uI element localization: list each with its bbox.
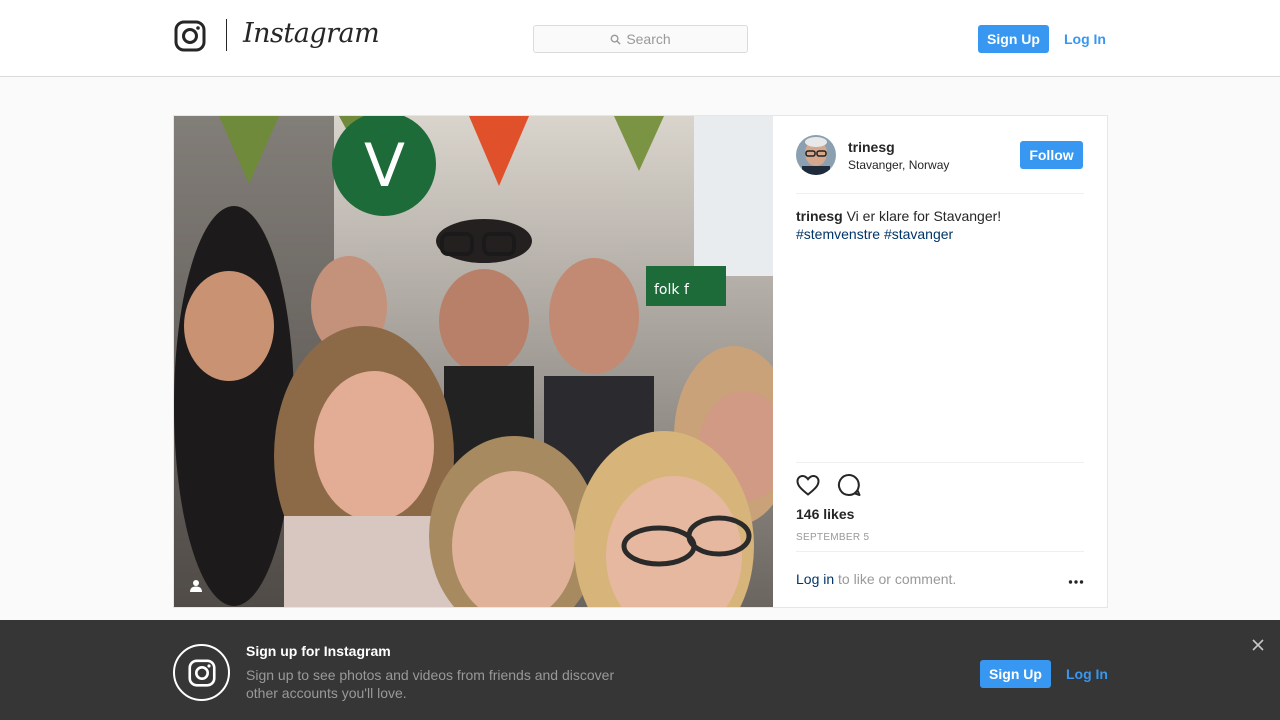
- log-in-link[interactable]: Log In: [1064, 31, 1106, 47]
- banner-sign-up-button[interactable]: Sign Up: [980, 660, 1051, 688]
- banner-text: Sign up to see photos and videos from fr…: [246, 667, 615, 701]
- instagram-glyph-icon: [173, 644, 230, 701]
- follow-button[interactable]: Follow: [1020, 141, 1083, 169]
- search-placeholder: Search: [626, 31, 671, 47]
- divider: [796, 551, 1084, 552]
- comment-icon[interactable]: [836, 472, 862, 498]
- divider: [796, 462, 1084, 463]
- post-caption: trinesg Vi er klare for Stavanger! #stem…: [796, 207, 1086, 243]
- post-date: SEPTEMBER 5: [796, 532, 870, 543]
- post-username[interactable]: trinesg: [848, 139, 895, 155]
- caption-username[interactable]: trinesg: [796, 208, 843, 224]
- search-icon: [610, 34, 621, 45]
- banner-title: Sign up for Instagram: [246, 643, 391, 659]
- svg-text:folk f: folk f: [654, 282, 690, 298]
- logo-divider: [226, 19, 227, 51]
- top-navigation-bar: Instagram Search Sign Up Log In: [0, 0, 1280, 77]
- instagram-wordmark-logo[interactable]: Instagram: [243, 18, 380, 49]
- avatar[interactable]: [796, 135, 836, 175]
- signup-banner: Sign up for Instagram Sign up to see pho…: [0, 620, 1280, 720]
- more-options-icon[interactable]: [1068, 580, 1084, 584]
- svg-text:V: V: [364, 131, 405, 201]
- post-photo-image: V folk f: [174, 116, 773, 607]
- banner-log-in-link[interactable]: Log In: [1066, 666, 1108, 682]
- search-input[interactable]: Search: [533, 25, 748, 53]
- divider: [796, 193, 1084, 194]
- post-card: V folk f trinesg Stavanger, Norway Follo…: [173, 115, 1108, 608]
- likes-count[interactable]: 146 likes: [796, 506, 854, 522]
- instagram-glyph-icon[interactable]: [174, 20, 206, 52]
- close-icon[interactable]: [1252, 639, 1264, 651]
- heart-icon[interactable]: [795, 472, 821, 498]
- user-tag-icon[interactable]: [189, 579, 203, 593]
- sign-up-button[interactable]: Sign Up: [978, 25, 1049, 53]
- login-prompt-text: to like or comment.: [838, 571, 957, 587]
- post-location[interactable]: Stavanger, Norway: [848, 158, 949, 172]
- post-sidebar: trinesg Stavanger, Norway Follow trinesg…: [773, 116, 1107, 607]
- post-photo[interactable]: V folk f: [174, 116, 773, 607]
- log-in-link[interactable]: Log in: [796, 571, 834, 587]
- caption-text: Vi er klare for Stavanger!: [846, 208, 1002, 224]
- hashtag-link[interactable]: #stavanger: [884, 226, 953, 242]
- hashtag-link[interactable]: #stemvenstre: [796, 226, 880, 242]
- login-prompt: Log in to like or comment.: [796, 571, 956, 587]
